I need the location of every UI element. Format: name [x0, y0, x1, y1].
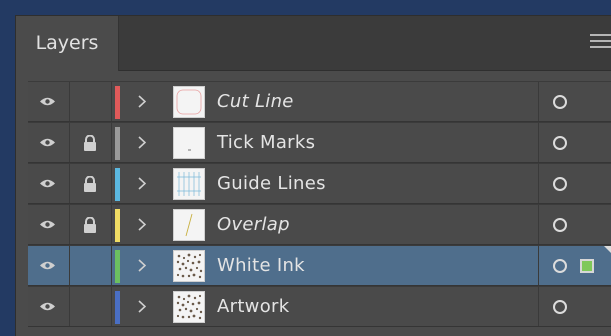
- lock-toggle[interactable]: [70, 164, 112, 203]
- lock-toggle[interactable]: [70, 246, 112, 285]
- target-column: [538, 246, 611, 285]
- layer-color-bar: [115, 291, 120, 324]
- layer-color-bar: [115, 209, 120, 242]
- eye-icon: [40, 261, 55, 270]
- hamburger-menu-icon[interactable]: [590, 34, 611, 50]
- chevron-right-icon[interactable]: [138, 218, 146, 231]
- eye-icon: [40, 97, 55, 106]
- lock-toggle[interactable]: [70, 82, 112, 121]
- lock-toggle[interactable]: [70, 287, 112, 326]
- layer-name[interactable]: White Ink: [217, 246, 305, 286]
- target-circle-icon[interactable]: [553, 300, 567, 314]
- layer-name[interactable]: Guide Lines: [217, 164, 326, 204]
- visibility-toggle[interactable]: [28, 82, 70, 121]
- target-column: [538, 123, 611, 162]
- layer-row-tick-marks[interactable]: Tick Marks: [28, 122, 611, 163]
- panel-tab-bar: Layers: [16, 16, 611, 71]
- target-circle-icon[interactable]: [553, 95, 567, 109]
- layer-thumbnail: [173, 250, 205, 282]
- layer-color-bar: [115, 250, 120, 283]
- target-column: [538, 205, 611, 244]
- layer-row-cut-line[interactable]: Cut Line: [28, 81, 611, 122]
- chevron-right-icon[interactable]: [138, 136, 146, 149]
- layer-color-bar: [115, 168, 120, 201]
- layer-color-bar: [115, 127, 120, 160]
- visibility-toggle[interactable]: [28, 123, 70, 162]
- layer-thumbnail: [173, 127, 205, 159]
- target-circle-icon[interactable]: [553, 177, 567, 191]
- layer-thumbnail: [173, 291, 205, 323]
- layer-color-bar: [115, 86, 120, 119]
- target-circle-icon[interactable]: [553, 218, 567, 232]
- layer-name[interactable]: Tick Marks: [217, 123, 315, 163]
- chevron-right-icon[interactable]: [138, 177, 146, 190]
- tab-layers[interactable]: Layers: [16, 16, 119, 71]
- selection-indicator-icon[interactable]: [580, 259, 594, 273]
- layer-thumbnail: [173, 209, 205, 241]
- eye-icon: [40, 220, 55, 229]
- visibility-toggle[interactable]: [28, 164, 70, 203]
- target-column: [538, 164, 611, 203]
- selected-corner-icon: [604, 246, 611, 255]
- target-column: [538, 82, 611, 121]
- visibility-toggle[interactable]: [28, 246, 70, 285]
- eye-icon: [40, 302, 55, 311]
- layer-thumbnail: [173, 86, 205, 118]
- lock-icon: [84, 217, 96, 233]
- lock-icon: [84, 176, 96, 192]
- eye-icon: [40, 138, 55, 147]
- target-circle-icon[interactable]: [553, 259, 567, 273]
- layer-row-overlap[interactable]: Overlap: [28, 204, 611, 245]
- lock-icon: [84, 135, 96, 151]
- layer-row-artwork[interactable]: Artwork: [28, 286, 611, 327]
- lock-toggle[interactable]: [70, 205, 112, 244]
- layers-list: Cut Line Tick Marks Guide Lines Overlap …: [28, 81, 611, 327]
- layer-row-white-ink[interactable]: White Ink: [28, 245, 611, 286]
- lock-toggle[interactable]: [70, 123, 112, 162]
- target-circle-icon[interactable]: [553, 136, 567, 150]
- visibility-toggle[interactable]: [28, 287, 70, 326]
- layer-row-guide-lines[interactable]: Guide Lines: [28, 163, 611, 204]
- layer-name[interactable]: Cut Line: [217, 82, 294, 122]
- layers-panel: Layers Cut Line Tick Marks Guide Lines O…: [15, 15, 611, 336]
- chevron-right-icon[interactable]: [138, 259, 146, 272]
- target-column: [538, 287, 611, 326]
- eye-icon: [40, 179, 55, 188]
- chevron-right-icon[interactable]: [138, 300, 146, 313]
- visibility-toggle[interactable]: [28, 205, 70, 244]
- layer-name[interactable]: Artwork: [217, 287, 289, 327]
- layer-name[interactable]: Overlap: [217, 205, 290, 245]
- chevron-right-icon[interactable]: [138, 95, 146, 108]
- layer-thumbnail: [173, 168, 205, 200]
